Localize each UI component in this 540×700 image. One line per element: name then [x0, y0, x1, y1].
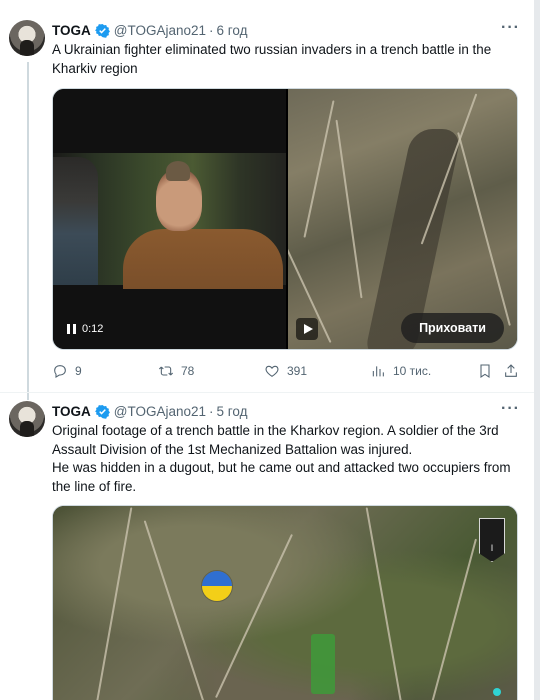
- tweet-text-line: He was hidden in a dugout, but he came o…: [52, 460, 511, 494]
- bookmark-button[interactable]: [477, 363, 493, 379]
- video-person-shirt: [123, 229, 283, 289]
- video-player[interactable]: 0:12: [53, 89, 286, 349]
- soldier-marker: [311, 634, 335, 694]
- tweet-header: TOGA @TOGAjano21 · 5 год: [52, 402, 248, 420]
- media-image[interactable]: I: [52, 505, 518, 700]
- tweet-1[interactable]: TOGA @TOGAjano21 · 6 год ··· A Ukrainian…: [0, 0, 534, 392]
- more-icon[interactable]: ···: [501, 19, 520, 37]
- author-name[interactable]: TOGA: [52, 23, 91, 38]
- branch: [335, 119, 363, 299]
- tweet-2[interactable]: TOGA @TOGAjano21 · 5 год ··· Original fo…: [0, 392, 534, 700]
- more-icon[interactable]: ···: [501, 400, 520, 418]
- retweet-button[interactable]: 78: [158, 363, 194, 379]
- avatar[interactable]: [9, 20, 45, 56]
- verified-badge-icon: [94, 404, 110, 419]
- unit-insignia-icon: I: [479, 518, 505, 562]
- media-image[interactable]: Приховати: [288, 89, 517, 349]
- avatar[interactable]: [9, 401, 45, 437]
- author-name[interactable]: TOGA: [52, 404, 91, 419]
- reply-button[interactable]: 9: [52, 363, 82, 379]
- share-button[interactable]: [503, 363, 519, 379]
- retweet-icon: [158, 366, 174, 376]
- views-count: 10 тис.: [393, 364, 432, 378]
- share-icon: [505, 364, 517, 377]
- verified-badge-icon: [94, 23, 110, 38]
- like-icon: [265, 365, 279, 377]
- media-container[interactable]: 0:12 Приховати: [52, 88, 518, 350]
- reply-count: 9: [75, 364, 82, 378]
- tweet-actions: 9 78 391 10 тис.: [52, 361, 518, 381]
- tweet-text-line: A Ukrainian fighter eliminated two russi…: [52, 42, 492, 76]
- separator-dot: ·: [209, 22, 214, 38]
- video-person-left: [53, 157, 98, 285]
- video-duration: 0:12: [82, 323, 104, 335]
- ukraine-flag-icon: [201, 570, 233, 602]
- video-person-hair: [166, 161, 190, 181]
- timestamp[interactable]: 5 год: [217, 404, 248, 419]
- tweet-text: A Ukrainian fighter eliminated two russi…: [52, 41, 518, 78]
- bookmark-icon: [480, 364, 490, 378]
- marker-dot: [493, 688, 501, 696]
- tweet-text: Original footage of a trench battle in t…: [52, 422, 518, 496]
- pause-icon[interactable]: [67, 324, 76, 334]
- play-icon[interactable]: [296, 318, 318, 340]
- separator-dot: ·: [209, 403, 214, 419]
- like-count: 391: [287, 364, 308, 378]
- timestamp[interactable]: 6 год: [217, 23, 248, 38]
- video-controls[interactable]: 0:12: [67, 323, 103, 335]
- branch: [303, 100, 335, 238]
- tweet-text-line: Original footage of a trench battle in t…: [52, 423, 499, 457]
- branch: [457, 132, 511, 326]
- views-button[interactable]: 10 тис.: [370, 363, 431, 379]
- author-handle[interactable]: @TOGAjano21: [114, 23, 206, 38]
- reply-icon: [54, 365, 66, 378]
- media-background: [53, 506, 517, 700]
- scrollbar-track[interactable]: [534, 0, 540, 700]
- like-button[interactable]: 391: [264, 363, 307, 379]
- tweet-header: TOGA @TOGAjano21 · 6 год: [52, 21, 248, 39]
- retweet-count: 78: [181, 364, 195, 378]
- views-icon: [372, 366, 384, 377]
- hide-media-button[interactable]: Приховати: [401, 313, 504, 343]
- author-handle[interactable]: @TOGAjano21: [114, 404, 206, 419]
